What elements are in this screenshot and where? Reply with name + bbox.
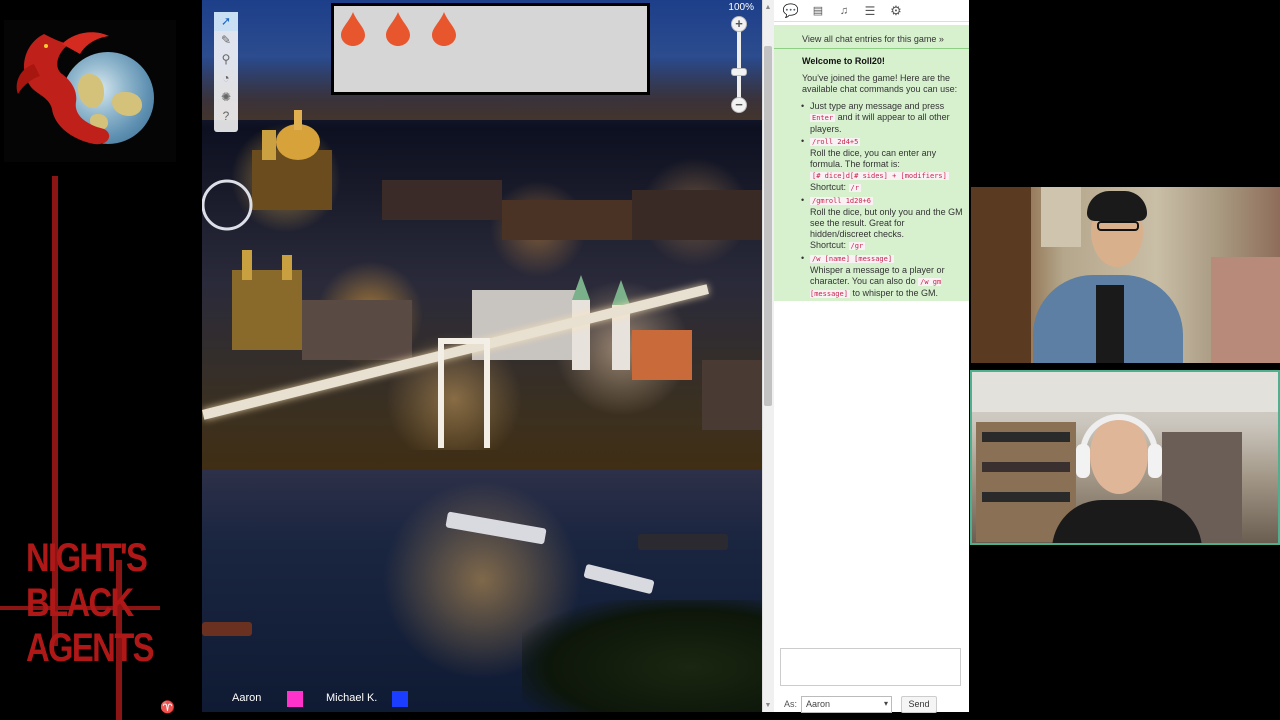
headset-icon (1080, 414, 1158, 454)
command-text: Just type any message and press (810, 101, 945, 111)
speaking-as-label: As: (784, 699, 798, 709)
stream-layout: NIGHT'S BLACK AGENTS ♈ ➚ ✎ ⚲ ◔ ✺ ? 100% … (0, 0, 1280, 720)
chat-welcome-title: Welcome to Roll20! (802, 56, 885, 66)
map-canvas[interactable] (202, 0, 762, 712)
player-color-swatch (287, 691, 303, 707)
zoom-in-button[interactable]: + (731, 16, 747, 32)
fog-icon[interactable]: ✺ (214, 88, 238, 107)
player-name[interactable]: Michael K. (326, 692, 377, 704)
map-scrollbar-thumb[interactable] (764, 46, 772, 406)
game-title: NIGHT'S BLACK AGENTS (26, 536, 154, 670)
settings-icon[interactable]: ⚙ (887, 3, 905, 19)
webcam-feed-active (970, 370, 1280, 545)
blood-drop-icon[interactable] (386, 12, 410, 46)
speaking-as-select[interactable]: Aaron ▾ (801, 696, 892, 713)
player-color-swatch (392, 691, 408, 707)
dragon-globe-logo (4, 20, 176, 162)
zoom-icon[interactable]: ⚲ (214, 50, 238, 69)
journal-icon[interactable]: ▤ (809, 3, 827, 19)
chat-log: View all chat entries for this game » We… (774, 25, 969, 301)
list-item: /w [name] [message] Whisper a message to… (801, 253, 966, 300)
cam-bed (1211, 257, 1280, 363)
command-code: /roll 2d4+5 (810, 138, 861, 146)
help-icon[interactable]: ? (214, 107, 238, 126)
cam-ceiling (972, 372, 1278, 412)
cam-wall-art (1041, 187, 1081, 247)
list-icon[interactable]: ☰ (861, 3, 879, 19)
zoom-slider-handle[interactable] (731, 68, 747, 76)
branding-column: NIGHT'S BLACK AGENTS ♈ (0, 0, 200, 720)
send-button[interactable]: Send (901, 696, 937, 713)
command-code: /gmroll 1d20+6 (810, 197, 874, 205)
dragon-icon (16, 32, 110, 145)
select-icon[interactable]: ➚ (214, 12, 238, 31)
chat-divider (774, 48, 969, 49)
chat-command-list: Just type any message and press Enter an… (801, 101, 966, 301)
command-text: Roll the dice, but only you and the GM s… (810, 207, 963, 239)
sidebar-tabs: 💬 ▤ ♫ ☰ ⚙ (774, 0, 969, 22)
right-sidebar: 💬 ▤ ♫ ☰ ⚙ View all chat entries for this… (774, 0, 969, 713)
command-text: Shortcut: (810, 182, 847, 192)
command-code: Enter (810, 114, 836, 122)
view-all-chat-link[interactable]: View all chat entries for this game » (802, 34, 944, 44)
chat-intro-text: You've joined the game! Here are the ava… (802, 73, 958, 94)
person-hair (1087, 191, 1147, 221)
compendium-icon[interactable]: ♫ (835, 3, 853, 19)
webcam-feed (971, 187, 1280, 363)
zoom-out-button[interactable]: − (731, 97, 747, 113)
speaking-as-value: Aaron (806, 699, 831, 709)
map-boat (202, 622, 252, 636)
person-shirt (1096, 285, 1124, 363)
zoom-level: 100% (728, 2, 754, 13)
draw-icon[interactable]: ✎ (214, 31, 238, 50)
chevron-down-icon: ▾ (883, 699, 888, 708)
list-item: Just type any message and press Enter an… (801, 101, 966, 135)
list-item: /roll 2d4+5 Roll the dice, you can enter… (801, 136, 966, 194)
command-text: to whisper to the GM. (852, 288, 938, 298)
map-boat (638, 534, 728, 550)
zoom-slider[interactable] (737, 26, 741, 104)
scroll-down-arrow-icon[interactable]: ▼ (764, 702, 772, 710)
command-text: Roll the dice, you can enter any formula… (810, 148, 937, 169)
command-code: /gr (848, 242, 866, 250)
scroll-up-arrow-icon[interactable]: ▲ (764, 4, 772, 12)
cam-door (971, 187, 1031, 363)
map-toolbar: ➚ ✎ ⚲ ◔ ✺ ? (214, 12, 238, 132)
command-code: /r (848, 184, 861, 192)
command-code: /w [name] [message] (810, 255, 895, 263)
glasses-icon (1097, 221, 1139, 231)
blood-drop-icon[interactable] (341, 12, 365, 46)
map-trees (522, 600, 762, 712)
chat-message-input[interactable] (780, 648, 961, 686)
chat-icon[interactable]: 💬 (782, 3, 800, 19)
blood-drop-icon[interactable] (432, 12, 456, 46)
command-text: Shortcut: (810, 240, 847, 250)
measure-icon[interactable]: ◔ (214, 69, 238, 88)
list-item: /gmroll 1d20+6 Roll the dice, but only y… (801, 195, 966, 252)
player-name[interactable]: Aaron (232, 692, 261, 704)
turn-tracker[interactable] (331, 3, 650, 95)
publisher-mark-icon: ♈ (160, 700, 175, 714)
command-code: [# dice]d[# sides] + [modifiers] (810, 172, 949, 180)
map-bridge-tower (438, 338, 490, 448)
